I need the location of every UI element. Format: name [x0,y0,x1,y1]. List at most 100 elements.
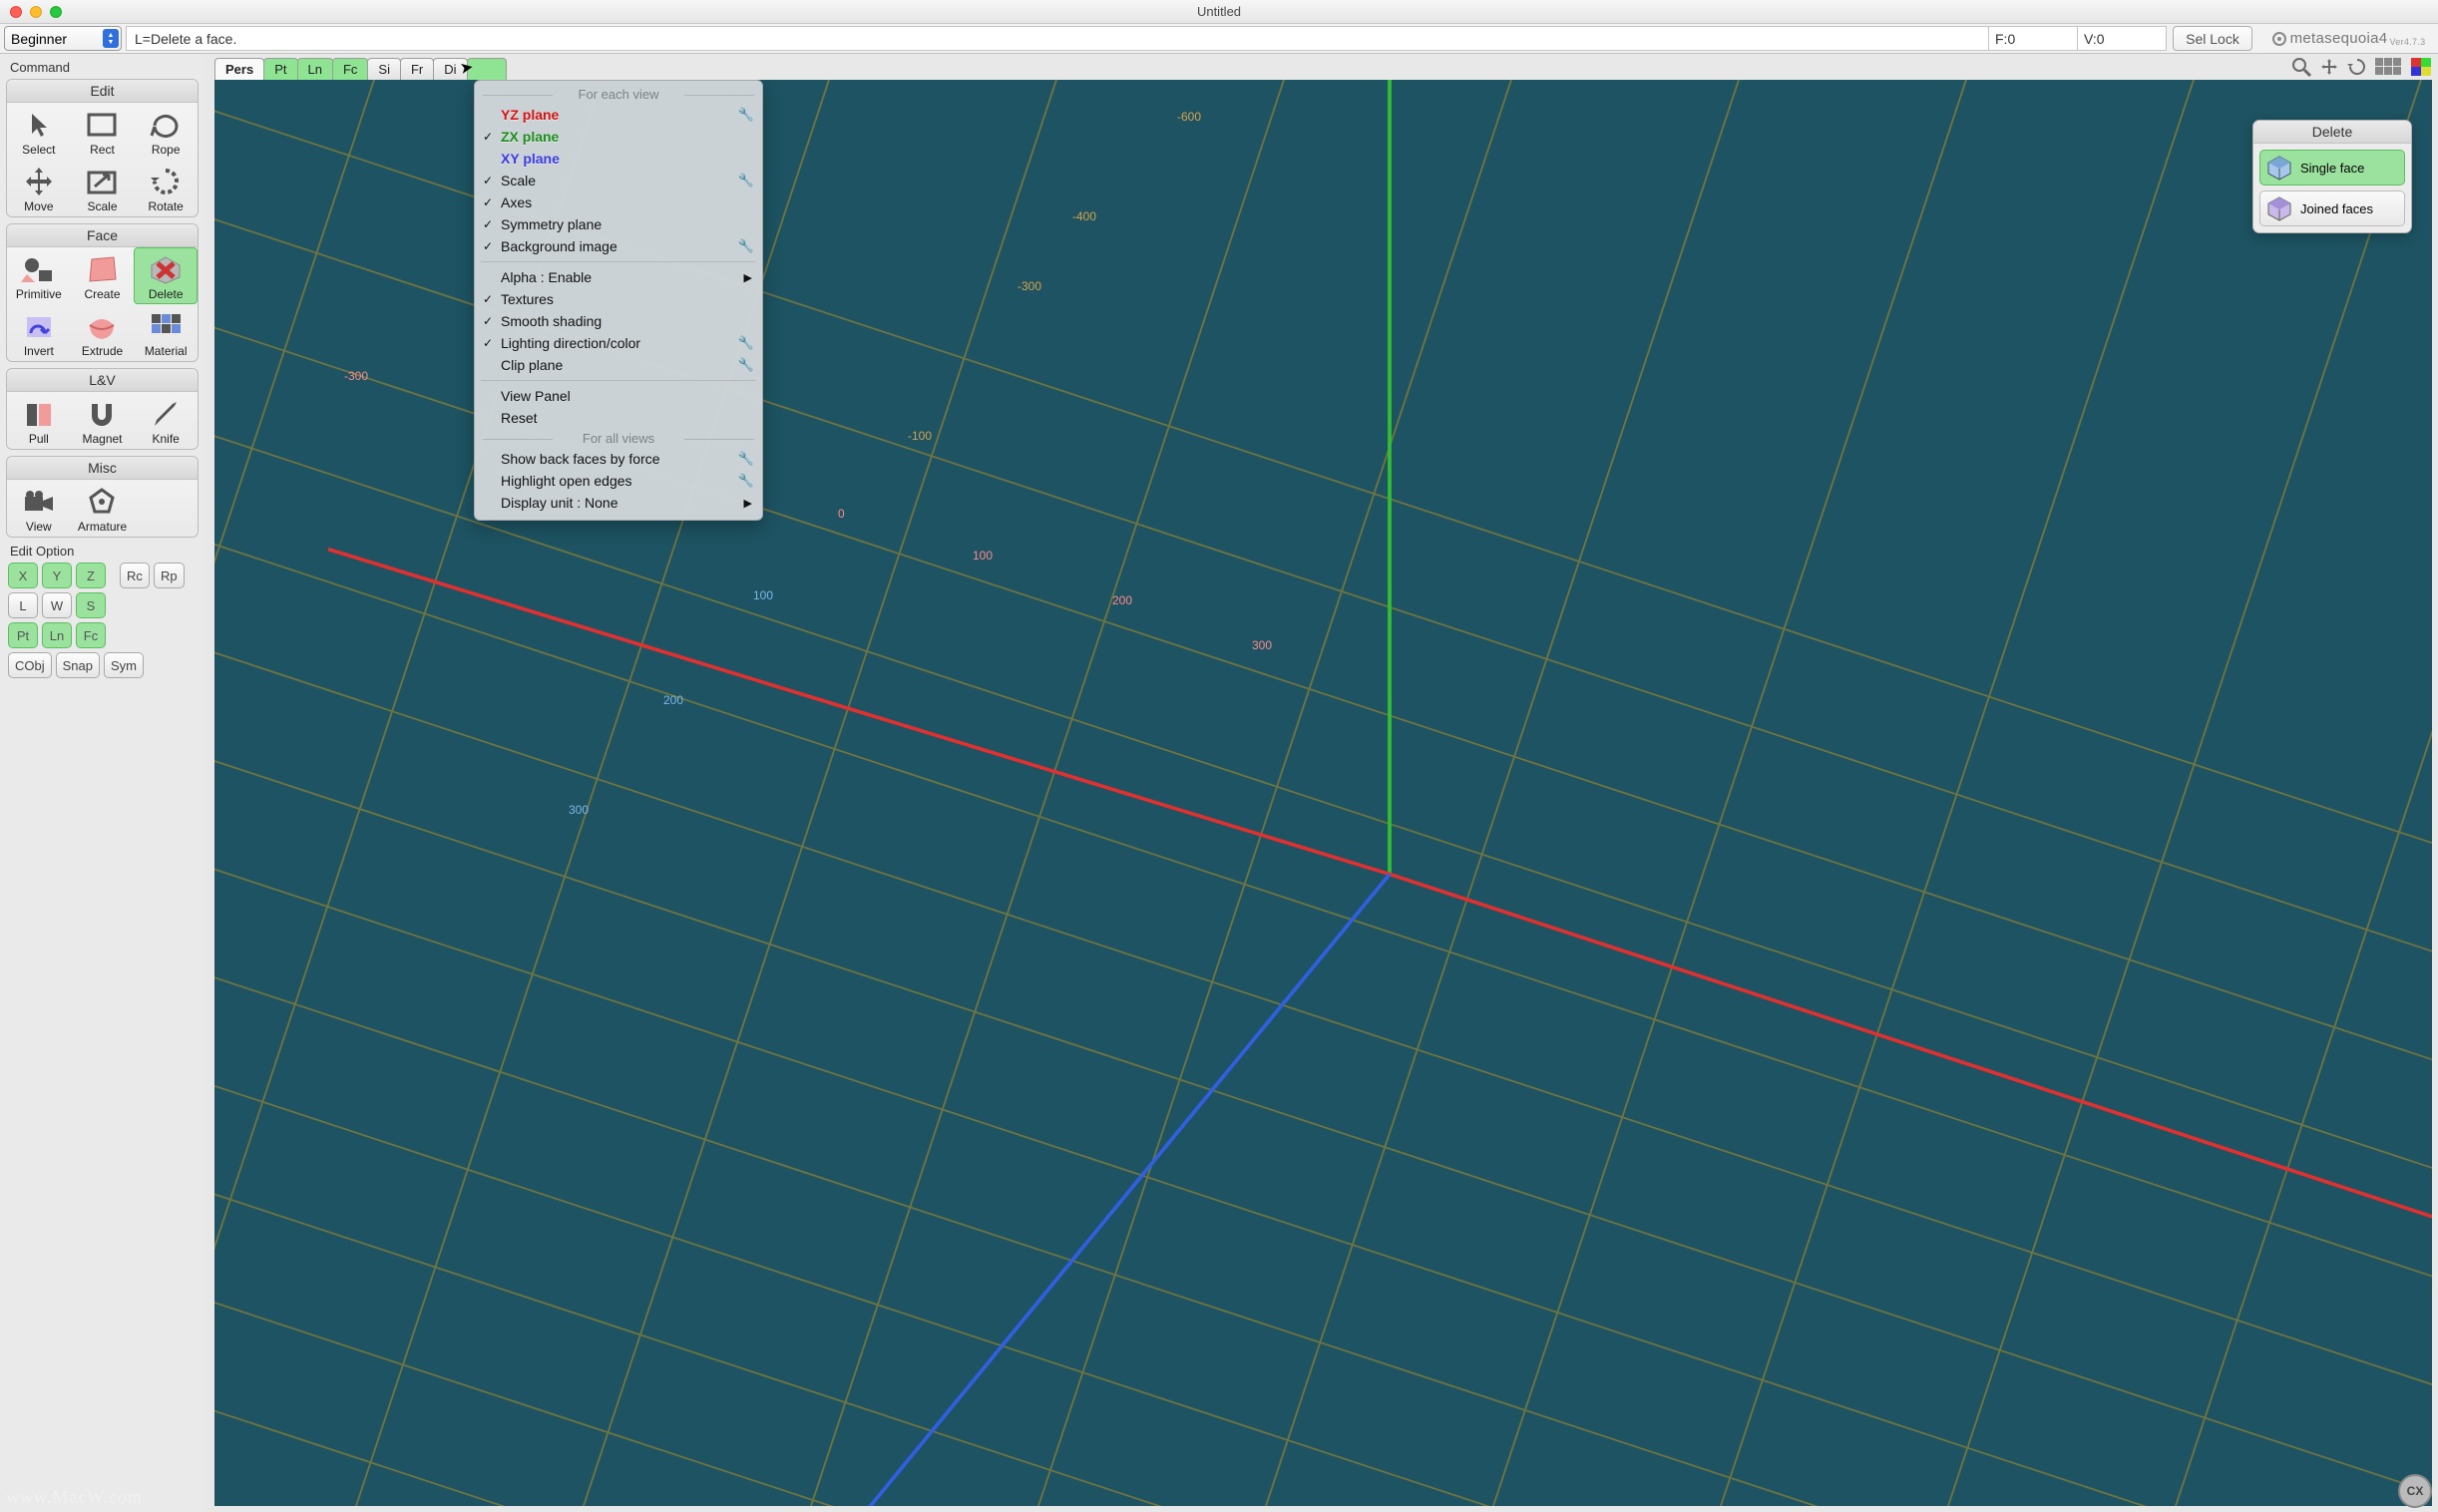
edit-option-heading: Edit Option [10,544,197,559]
pull-icon [17,396,61,432]
menu-back-faces[interactable]: Show back faces by force🔧 [475,448,762,470]
menu-symmetry-plane[interactable]: ✓Symmetry plane [475,213,762,235]
cobj-button[interactable]: CObj [8,652,52,678]
zoom-icon[interactable] [2290,56,2312,78]
menu-clip-plane[interactable]: Clip plane🔧 [475,354,762,376]
menu-zx-plane[interactable]: ✓ZX plane [475,126,762,148]
menu-yz-plane[interactable]: YZ plane🔧 [475,104,762,126]
axis-z-toggle[interactable]: Z [76,563,106,588]
sym-button[interactable]: Sym [104,652,144,678]
rope-select-tool[interactable]: Rope [134,103,198,160]
menu-lighting[interactable]: ✓Lighting direction/color🔧 [475,332,762,354]
rc-button[interactable]: Rc [120,563,150,588]
line-toggle[interactable]: Ln [42,622,72,648]
ctx-header-all: For all views [475,429,762,448]
cube-icon [2266,155,2292,181]
edit-panel: Edit Select Rect Rope Move Scale Rotate [6,79,199,217]
camera-icon [17,484,61,520]
submenu-arrow-icon: ▶ [744,271,752,284]
orbit-icon[interactable] [2346,56,2368,78]
face-panel-title: Face [7,224,198,247]
rp-button[interactable]: Rp [154,563,185,588]
app-brand-logo: metasequoia4Ver4.7.3 [2258,24,2438,53]
layout-icon[interactable] [2374,56,2404,78]
wrench-icon: 🔧 [738,107,754,123]
knife-tool[interactable]: Knife [134,392,198,449]
menu-axes[interactable]: ✓Axes [475,191,762,213]
screen-toggle[interactable]: S [76,592,106,618]
move-icon [17,164,61,199]
face-panel: Face Primitive Create Delete Invert Extr… [6,223,199,362]
menu-display-unit[interactable]: Display unit : None▶ [475,492,762,514]
axis-tick: -600 [1177,110,1201,124]
primitive-tool[interactable]: Primitive [7,247,71,304]
axis-tick: 200 [663,693,683,707]
axis-tick: -400 [1072,209,1096,223]
axis-tick: -100 [908,429,932,443]
menu-background-image[interactable]: ✓Background image🔧 [475,235,762,257]
create-face-tool[interactable]: Create [71,247,135,304]
shading-icon[interactable] [2410,56,2432,78]
menu-scale[interactable]: ✓Scale🔧 [475,170,762,191]
tab-pt[interactable]: Pt [263,58,297,80]
selection-lock-button[interactable]: Sel Lock [2173,26,2252,51]
menu-smooth-shading[interactable]: ✓Smooth shading [475,310,762,332]
tab-pers[interactable]: Pers [214,58,264,80]
pull-tool[interactable]: Pull [7,392,71,449]
tab-fr[interactable]: Fr [400,58,434,80]
menu-reset[interactable]: Reset [475,407,762,429]
scale-icon [80,164,124,199]
pan-icon[interactable] [2318,56,2340,78]
armature-icon [80,484,124,520]
snap-button[interactable]: Snap [56,652,100,678]
tab-si[interactable]: Si [367,58,401,80]
delete-options-panel: Delete Single face Joined faces [2252,120,2412,233]
delete-face-tool[interactable]: Delete [134,247,198,304]
menu-view-panel[interactable]: View Panel [475,385,762,407]
material-tool[interactable]: Material [134,304,198,361]
rotate-tool[interactable]: Rotate [134,160,198,216]
watermark-text: www.MacW.com [6,1487,143,1508]
armature-tool[interactable]: Armature [71,480,135,537]
rect-select-tool[interactable]: Rect [71,103,135,160]
tab-ln[interactable]: Ln [297,58,333,80]
wrench-icon: 🔧 [738,451,754,467]
magnet-icon [80,396,124,432]
menu-textures[interactable]: ✓Textures [475,288,762,310]
create-face-icon [80,251,124,287]
magnet-tool[interactable]: Magnet [71,392,135,449]
point-toggle[interactable]: Pt [8,622,38,648]
menu-alpha[interactable]: Alpha : Enable▶ [475,266,762,288]
axis-tick: 300 [1252,638,1272,652]
cursor-icon [17,107,61,143]
command-heading: Command [10,60,197,75]
world-toggle[interactable]: W [42,592,72,618]
select-tool[interactable]: Select [7,103,71,160]
top-toolbar: Beginner ▲▼ L=Delete a face. F:0 V:0 Sel… [0,24,2438,54]
scale-tool[interactable]: Scale [71,160,135,216]
skill-level-select[interactable]: Beginner ▲▼ [4,26,122,51]
extrude-tool[interactable]: Extrude [71,304,135,361]
axis-y-toggle[interactable]: Y [42,563,72,588]
view-tool[interactable]: View [7,480,71,537]
joined-faces-option[interactable]: Joined faces [2259,190,2405,226]
cube-icon [2266,195,2292,221]
face-toggle[interactable]: Fc [76,622,106,648]
wrench-icon: 🔧 [738,173,754,189]
view-context-menu: For each view YZ plane🔧 ✓ZX plane XY pla… [474,80,763,521]
local-toggle[interactable]: L [8,592,38,618]
delete-icon [144,251,188,287]
viewport-canvas[interactable]: -300 0 100 200 300 100 200 300 -600 -400… [214,80,2432,1506]
viewport-area: Pers Pt Ln Fc Si Fr Di [204,54,2438,1512]
move-tool[interactable]: Move [7,160,71,216]
tab-fc[interactable]: Fc [332,58,368,80]
axis-tick: -300 [344,369,368,383]
primitive-icon [17,251,61,287]
wrench-icon: 🔧 [738,473,754,489]
face-count-readout: F:0 [1988,26,2078,51]
menu-open-edges[interactable]: Highlight open edges🔧 [475,470,762,492]
axis-x-toggle[interactable]: X [8,563,38,588]
single-face-option[interactable]: Single face [2259,150,2405,186]
menu-xy-plane[interactable]: XY plane [475,148,762,170]
invert-tool[interactable]: Invert [7,304,71,361]
